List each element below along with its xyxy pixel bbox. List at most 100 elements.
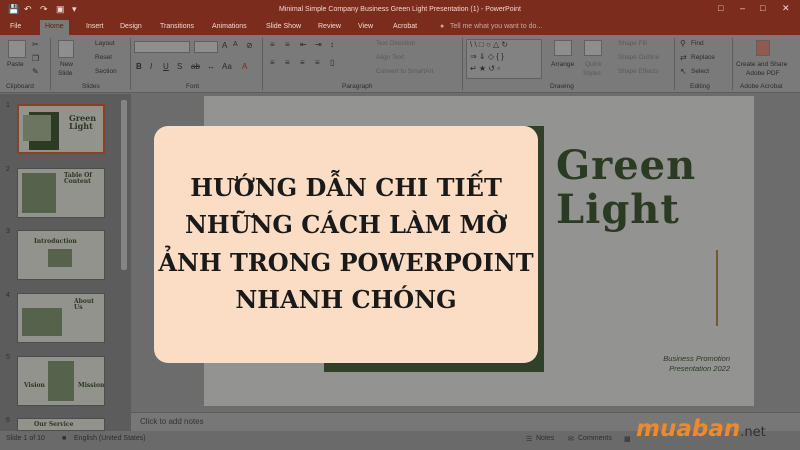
new-slide-icon[interactable] bbox=[58, 40, 74, 58]
replace-button[interactable]: Replace bbox=[691, 54, 715, 61]
font-size-dropdown[interactable] bbox=[194, 41, 218, 53]
paste-icon[interactable] bbox=[8, 40, 26, 58]
adobe-pdf-icon[interactable] bbox=[756, 40, 770, 56]
justify-icon[interactable]: ≡ bbox=[315, 58, 320, 67]
format-painter-icon[interactable]: ✎ bbox=[32, 67, 39, 76]
tab-file[interactable]: File bbox=[10, 23, 21, 30]
slide-thumbnail-4[interactable]: About Us bbox=[17, 293, 105, 343]
thumbnail-title: Table Of Content bbox=[64, 172, 92, 185]
thumbnail-text-b: Mission bbox=[78, 382, 105, 389]
tell-me-input[interactable]: Tell me what you want to do... bbox=[450, 23, 542, 30]
paste-button[interactable]: Paste bbox=[7, 61, 24, 68]
font-name-dropdown[interactable] bbox=[134, 41, 190, 53]
arrange-button[interactable]: Arrange bbox=[551, 61, 574, 68]
group-clipboard: Clipboard bbox=[6, 83, 34, 90]
select-button[interactable]: Select bbox=[691, 68, 709, 75]
bold-icon[interactable]: B bbox=[136, 62, 142, 71]
text-direction-button[interactable]: Text Direction bbox=[376, 40, 415, 47]
notes-button[interactable]: Notes bbox=[536, 435, 554, 442]
quick-styles-button-line1[interactable]: Quick bbox=[585, 61, 602, 68]
slide-title-line2[interactable]: Light bbox=[556, 190, 680, 230]
new-slide-button-line2[interactable]: Slide bbox=[58, 70, 72, 77]
character-spacing-icon[interactable]: ↔ bbox=[207, 62, 215, 71]
font-color-icon[interactable]: A bbox=[242, 62, 247, 71]
decrease-indent-icon[interactable]: ⇤ bbox=[300, 40, 307, 49]
slide-subtitle-line1[interactable]: Business Promotion bbox=[600, 354, 730, 363]
comments-button[interactable]: Comments bbox=[578, 435, 612, 442]
notes-placeholder[interactable]: Click to add notes bbox=[140, 417, 204, 426]
slide-title-line1[interactable]: Green bbox=[556, 146, 696, 186]
align-right-icon[interactable]: ≡ bbox=[300, 58, 305, 67]
star-shape-icon[interactable]: ↵ ★ ↺ ▫ bbox=[470, 64, 500, 73]
thumbnail-photo bbox=[48, 361, 74, 401]
increase-font-icon[interactable]: A bbox=[222, 41, 227, 50]
cut-icon[interactable]: ✂ bbox=[32, 40, 39, 49]
columns-icon[interactable]: ▯ bbox=[330, 58, 334, 67]
align-text-button[interactable]: Align Text bbox=[376, 54, 404, 61]
arrow-shape-icon[interactable]: ⇒ ⇓ ◇ { } bbox=[470, 52, 504, 61]
close-icon[interactable]: ✕ bbox=[782, 3, 790, 14]
line-spacing-icon[interactable]: ↕ bbox=[330, 40, 334, 49]
slide-thumbnail-2[interactable]: Table Of Content bbox=[17, 168, 105, 218]
find-button[interactable]: Find bbox=[691, 40, 704, 47]
create-share-pdf-line2[interactable]: Adobe PDF bbox=[746, 70, 780, 77]
tab-acrobat[interactable]: Acrobat bbox=[393, 23, 417, 30]
reset-button[interactable]: Reset bbox=[95, 54, 112, 61]
strikethrough-icon[interactable]: ab bbox=[191, 62, 200, 71]
thumbnail-number: 5 bbox=[6, 354, 10, 361]
decrease-font-icon[interactable]: A bbox=[233, 41, 238, 48]
language-indicator[interactable]: English (United States) bbox=[74, 435, 146, 442]
comments-icon[interactable]: ✉ bbox=[568, 435, 574, 443]
increase-indent-icon[interactable]: ⇥ bbox=[315, 40, 322, 49]
create-share-pdf-line1[interactable]: Create and Share bbox=[736, 61, 787, 68]
thumbnail-title: Our Service bbox=[34, 421, 74, 428]
replace-icon[interactable]: ⇄ bbox=[680, 53, 687, 62]
convert-smartart-button[interactable]: Convert to SmartArt bbox=[376, 68, 433, 75]
normal-view-icon[interactable]: ▩ bbox=[624, 435, 631, 443]
align-left-icon[interactable]: ≡ bbox=[270, 58, 275, 67]
thumbnail-number: 6 bbox=[6, 417, 10, 424]
select-icon[interactable]: ↖ bbox=[680, 67, 687, 76]
slide-thumbnail-1[interactable]: Green Light bbox=[17, 104, 105, 154]
thumbnail-scrollbar[interactable] bbox=[121, 100, 127, 270]
tab-transitions[interactable]: Transitions bbox=[160, 23, 194, 30]
maximize-icon[interactable]: □ bbox=[760, 3, 765, 13]
ribbon-display-icon[interactable]: □ bbox=[718, 3, 723, 13]
slide-thumbnail-3[interactable]: Introduction bbox=[17, 230, 105, 280]
shadow-icon[interactable]: S bbox=[177, 62, 182, 71]
tab-slide-show[interactable]: Slide Show bbox=[266, 23, 301, 30]
tab-review[interactable]: Review bbox=[318, 23, 341, 30]
align-center-icon[interactable]: ≡ bbox=[285, 58, 290, 67]
numbering-icon[interactable]: ≡ bbox=[285, 40, 290, 49]
shape-outline-button[interactable]: Shape Outline bbox=[618, 54, 659, 61]
slide-subtitle-line2[interactable]: Presentation 2022 bbox=[600, 364, 730, 373]
shape-effects-button[interactable]: Shape Effects bbox=[618, 68, 658, 75]
section-button[interactable]: Section bbox=[95, 68, 117, 75]
underline-icon[interactable]: U bbox=[163, 62, 169, 71]
slide-thumbnail-5[interactable]: Vision Mission bbox=[17, 356, 105, 406]
spellcheck-icon[interactable]: ■ bbox=[62, 435, 66, 442]
group-drawing: Drawing bbox=[550, 83, 574, 90]
ribbon-divider bbox=[674, 38, 675, 90]
change-case-icon[interactable]: Aa bbox=[222, 62, 232, 71]
tab-insert[interactable]: Insert bbox=[86, 23, 104, 30]
layout-button[interactable]: Layout bbox=[95, 40, 115, 47]
new-slide-button-line1[interactable]: New bbox=[60, 61, 73, 68]
quick-styles-button-line2[interactable]: Styles bbox=[583, 70, 601, 77]
tab-animations[interactable]: Animations bbox=[212, 23, 247, 30]
copy-icon[interactable]: ❐ bbox=[32, 54, 39, 63]
arrange-icon[interactable] bbox=[554, 40, 572, 56]
tab-home[interactable]: Home bbox=[40, 20, 69, 35]
clear-formatting-icon[interactable]: ⊘ bbox=[246, 41, 253, 50]
find-icon[interactable]: ⚲ bbox=[680, 39, 686, 48]
bullets-icon[interactable]: ≡ bbox=[270, 40, 275, 49]
slide-thumbnail-6[interactable]: Our Service bbox=[17, 418, 105, 431]
notes-icon[interactable]: ☰ bbox=[526, 435, 532, 443]
tab-design[interactable]: Design bbox=[120, 23, 142, 30]
line-shape-icon[interactable]: \ \ □ ○ △ ↻ bbox=[470, 40, 508, 49]
tab-view[interactable]: View bbox=[358, 23, 373, 30]
minimize-icon[interactable]: – bbox=[740, 3, 745, 13]
shape-fill-button[interactable]: Shape Fill bbox=[618, 40, 647, 47]
quick-styles-icon[interactable] bbox=[584, 40, 602, 56]
italic-icon[interactable]: I bbox=[150, 62, 152, 71]
